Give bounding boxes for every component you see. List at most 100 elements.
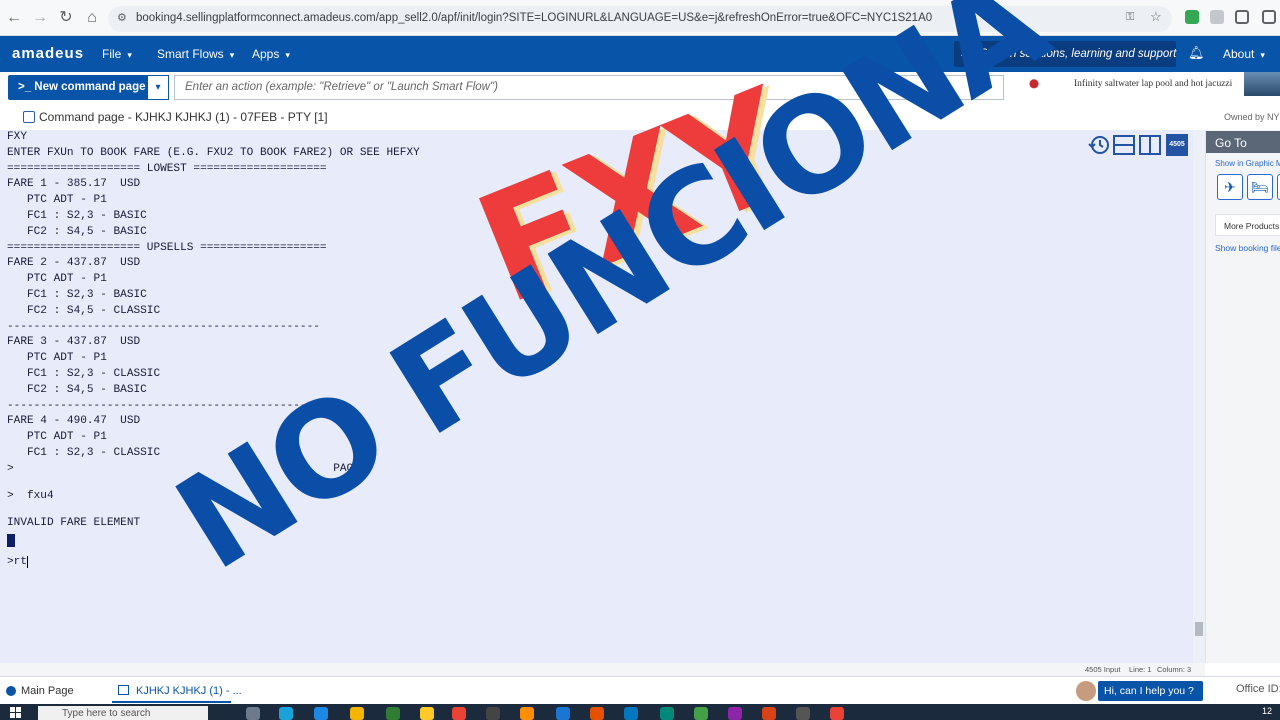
edge-icon[interactable] (314, 707, 328, 720)
reload-icon[interactable]: ↻ (54, 6, 78, 30)
goto-panel: Go To Show in Graphic M ✈ 🛏︎ More Produc… (1205, 130, 1280, 663)
chrome-icon[interactable] (830, 707, 844, 720)
session-tab[interactable]: KJHKJ KJHKJ (1) - ... (112, 679, 242, 703)
firefox-icon[interactable] (590, 707, 604, 720)
assistant-avatar (1076, 681, 1096, 701)
response-line: PTC ADT - P1 (7, 194, 107, 207)
owned-by: Owned by NYC (1224, 112, 1280, 122)
amadeus-logo: amadeus (12, 45, 85, 62)
menu-apps[interactable]: Apps ▾ (252, 47, 290, 61)
folder-icon[interactable] (420, 707, 434, 720)
show-booking-file-link[interactable]: Show booking file (1215, 243, 1280, 253)
url-text: booking4.sellingplatformconnect.amadeus.… (136, 12, 933, 24)
chevron-down-icon: ▾ (1260, 50, 1265, 60)
side-panel-icon[interactable] (1262, 10, 1276, 24)
home-icon[interactable]: ⌂ (80, 6, 104, 30)
current-command: rt (13, 556, 28, 569)
key-icon[interactable]: ⚿ (1126, 11, 1134, 24)
hotel-bed-icon[interactable]: 🛏︎ (1247, 174, 1273, 200)
task-view-icon[interactable] (246, 707, 260, 720)
extension-icon[interactable] (1185, 10, 1199, 24)
action-placeholder: Enter an action (example: "Retrieve" or … (185, 81, 498, 93)
help-chat-button[interactable]: Hi, can I help you ? (1098, 681, 1203, 701)
menu-smart-flows[interactable]: Smart Flows ▾ (157, 47, 234, 61)
app-icon[interactable] (279, 707, 293, 720)
menu-apps-label: Apps (252, 47, 280, 61)
chevron-down-icon[interactable]: ▾ (147, 75, 169, 100)
cursor-block (7, 534, 15, 548)
page-title: Command page - KJHKJ KJHKJ (1) - 07FEB -… (39, 110, 328, 124)
chrome-icon[interactable] (452, 707, 466, 720)
column-status: Column: 3 (1157, 665, 1192, 674)
clock: 12 (1262, 706, 1273, 716)
response-line: FC1 : S2,3 - BASIC (7, 209, 147, 222)
scroll-thumb[interactable] (1195, 622, 1203, 636)
app-icon[interactable] (486, 707, 500, 720)
menu-file[interactable]: File ▾ (102, 47, 132, 61)
app-icon[interactable] (796, 707, 810, 720)
response-line: FC2 : S4,5 - BASIC (7, 225, 147, 238)
app-icon[interactable] (386, 707, 400, 720)
os-taskbar: Type here to search 12 (0, 704, 1280, 720)
whatsapp-icon[interactable] (694, 707, 708, 720)
session-tab-label: KJHKJ KJHKJ (1) - ... (136, 685, 242, 697)
history-icon[interactable] (1088, 134, 1110, 156)
extension-icon[interactable] (1210, 10, 1224, 24)
command-page-icon (23, 111, 35, 123)
input-status: 4505 Input (1085, 665, 1121, 674)
show-in-graphic-link[interactable]: Show in Graphic M (1215, 159, 1280, 168)
response-line: ==================== LOWEST ============… (7, 162, 327, 175)
chevron-down-icon: ▾ (127, 50, 132, 60)
new-command-page-button[interactable]: >_ New command page (8, 75, 148, 100)
chevron-down-icon: ▾ (285, 50, 290, 60)
response-line: ==================== UPSELLS ===========… (7, 241, 327, 254)
forward-icon[interactable]: → (28, 6, 52, 30)
app-icon[interactable] (624, 707, 638, 720)
main-page-tab[interactable]: Main Page (21, 685, 74, 697)
response-line: FC1 : S2,3 - BASIC (7, 288, 147, 301)
amadeus-icon (6, 686, 16, 696)
airplane-icon[interactable]: ✈ (1217, 174, 1243, 200)
command-page-icon (118, 685, 129, 695)
app-icon[interactable] (728, 707, 742, 720)
chevron-down-icon: ▾ (229, 50, 235, 60)
ad-image (1244, 72, 1280, 96)
app-icon[interactable] (660, 707, 674, 720)
more-products-button[interactable]: More Products (1215, 214, 1280, 236)
taskbar-search[interactable]: Type here to search (38, 706, 208, 720)
split-horizontal-icon[interactable] (1113, 134, 1135, 156)
line-status: Line: 1 (1129, 665, 1152, 674)
prompt-symbol: > (7, 556, 14, 569)
app-icon[interactable] (350, 707, 364, 720)
menu-about[interactable]: About ▾ (1223, 47, 1265, 61)
response-line: ----------------------------------------… (7, 320, 320, 333)
windows-start-icon[interactable] (10, 707, 22, 719)
app-icon[interactable] (556, 707, 570, 720)
terminal-mode-badge[interactable]: 4505 (1166, 134, 1188, 156)
menu-about-label: About (1223, 47, 1255, 61)
extensions-puzzle-icon[interactable] (1235, 10, 1249, 24)
menu-file-label: File (102, 47, 122, 61)
response-line: FC2 : S4,5 - CLASSIC (7, 304, 161, 317)
app-header: amadeus File ▾ Smart Flows ▾ Apps ▾ ⌕ Searc… (0, 36, 1280, 72)
goto-header: Go To (1206, 131, 1280, 153)
split-vertical-icon[interactable] (1139, 134, 1161, 156)
office-id: Office ID: (1236, 683, 1280, 695)
bell-icon[interactable]: 🔔︎ (1188, 45, 1205, 61)
response-line: FARE 2 - 437.87 USD (7, 257, 141, 270)
response-line: ENTER FXUn TO BOOK FARE (E.G. FXU2 TO BO… (7, 146, 420, 159)
ad-text: Infinity saltwater lap pool and hot jacu… (1074, 79, 1233, 89)
back-icon[interactable]: ← (2, 6, 26, 30)
vertical-scrollbar[interactable] (1193, 130, 1205, 663)
menu-smart-flows-label: Smart Flows (157, 47, 224, 61)
response-line: PTC ADT - P1 (7, 273, 107, 286)
star-icon[interactable]: ☆ (1150, 9, 1162, 25)
site-info-icon[interactable]: ⚙ (117, 11, 127, 24)
status-bar: 4505 Input Line: 1 Column: 3 (0, 663, 1205, 676)
browser-toolbar: ← → ↻ ⌂ ⚙ booking4.sellingplatformconnec… (0, 0, 1280, 36)
response-line: FARE 1 - 385.17 USD (7, 178, 141, 191)
session-tabs: Main Page KJHKJ KJHKJ (1) - ... Hi, can … (0, 676, 1280, 704)
response-line: FXY (7, 131, 27, 143)
app-icon[interactable] (762, 707, 776, 720)
app-icon[interactable] (520, 707, 534, 720)
